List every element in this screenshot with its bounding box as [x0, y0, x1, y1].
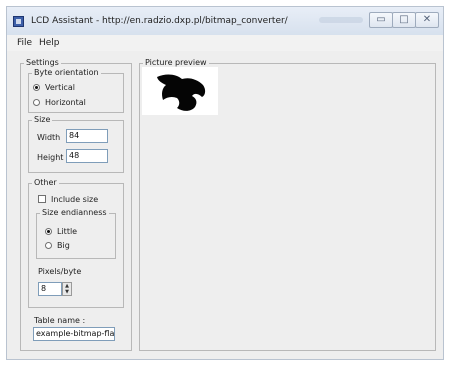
vertical-radio[interactable] — [33, 84, 40, 91]
maximize-button[interactable]: □ — [392, 12, 416, 28]
pixels-per-byte-stepper[interactable]: ▲ ▼ — [62, 282, 72, 296]
minimize-button[interactable]: ▭ — [369, 12, 393, 28]
settings-legend: Settings — [26, 58, 59, 67]
minimize-icon: ▭ — [376, 14, 386, 25]
title-bar-decoration — [319, 17, 363, 23]
table-name-field[interactable]: example-bitmap-fla — [33, 327, 115, 341]
include-size-label[interactable]: Include size — [51, 195, 98, 204]
size-group: Size — [28, 116, 124, 173]
size-legend: Size — [34, 115, 51, 124]
width-label: Width — [37, 133, 61, 142]
window-title: LCD Assistant - http://en.radzio.dxp.pl/… — [31, 16, 288, 26]
horizontal-radio[interactable] — [33, 99, 40, 106]
close-button[interactable]: ✕ — [415, 12, 439, 28]
horizontal-label[interactable]: Horizontal — [45, 98, 86, 107]
title-bar[interactable]: LCD Assistant - http://en.radzio.dxp.pl/… — [7, 7, 443, 35]
menu-file[interactable]: File — [17, 38, 32, 48]
close-icon: ✕ — [422, 14, 432, 25]
menu-help[interactable]: Help — [39, 38, 60, 48]
vertical-label[interactable]: Vertical — [45, 83, 75, 92]
width-field[interactable]: 84 — [66, 129, 108, 143]
other-legend: Other — [34, 178, 57, 187]
little-label[interactable]: Little — [57, 227, 77, 236]
picture-preview-legend: Picture preview — [145, 58, 207, 67]
big-radio[interactable] — [45, 242, 52, 249]
stepper-down-icon[interactable]: ▼ — [63, 289, 71, 295]
little-radio[interactable] — [45, 228, 52, 235]
pixels-per-byte-label: Pixels/byte — [38, 267, 82, 276]
byte-orientation-legend: Byte orientation — [34, 68, 99, 77]
size-endianness-legend: Size endianness — [42, 208, 107, 217]
height-field[interactable]: 48 — [66, 149, 108, 163]
menu-bar: File Help — [7, 35, 443, 51]
table-name-label: Table name : — [34, 316, 86, 325]
maximize-icon: □ — [399, 14, 409, 25]
include-size-checkbox[interactable] — [38, 195, 46, 203]
height-label: Height — [37, 153, 64, 162]
pixels-per-byte-field[interactable]: 8 — [38, 282, 62, 296]
bitmap-preview — [142, 67, 218, 115]
big-label[interactable]: Big — [57, 241, 70, 250]
bitmap-preview-image — [157, 74, 206, 111]
app-icon — [13, 16, 24, 27]
